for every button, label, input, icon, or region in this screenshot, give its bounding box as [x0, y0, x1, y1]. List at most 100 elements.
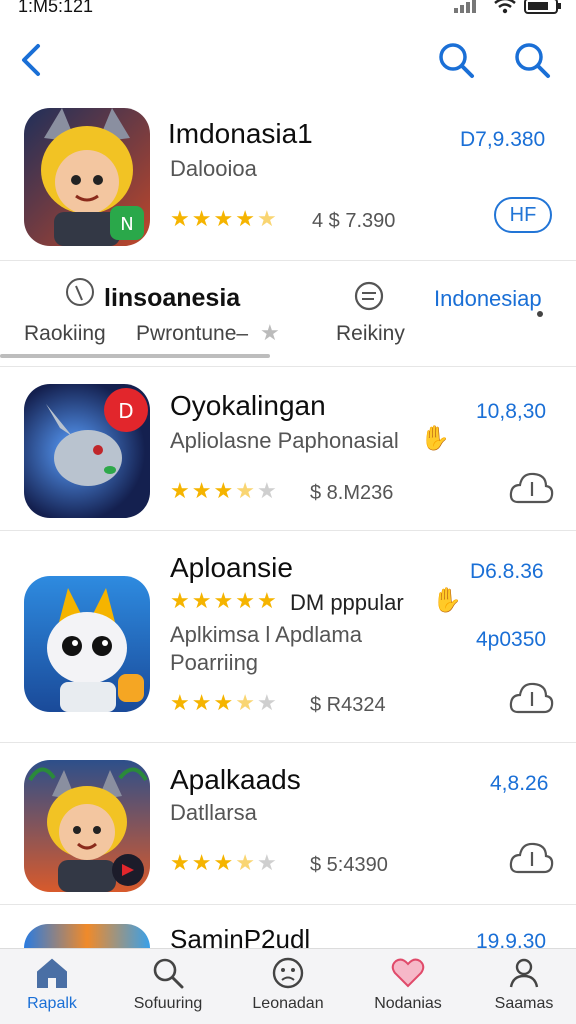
star-icon: ★ — [213, 850, 234, 875]
signal-icon — [454, 0, 476, 13]
wifi-icon — [494, 0, 516, 14]
app-badge-text: DM pppular — [290, 590, 404, 615]
tab-search[interactable]: Sofuuring — [116, 957, 220, 1023]
star-icon: ★ — [213, 478, 234, 503]
star-icon: ★ — [170, 588, 190, 613]
tab-item-1-label: linsoanesia — [104, 284, 241, 312]
star-empty-icon: ★ — [256, 690, 277, 715]
app-price: 4,8.26 — [490, 772, 549, 795]
star-half-icon: ★ — [235, 478, 255, 503]
download-button[interactable] — [508, 840, 554, 876]
app-price: 10,8,30 — [476, 400, 547, 423]
tab-favorites-label: Nodanias — [374, 995, 442, 1012]
app-price: 4p0350 — [476, 628, 547, 651]
app-title: Oyokalingan — [170, 390, 326, 421]
search-button[interactable] — [436, 40, 476, 80]
star-icon: ★ — [213, 206, 234, 231]
face-icon — [272, 957, 304, 989]
star-icon: ★ — [260, 320, 280, 345]
app-icon[interactable] — [24, 924, 150, 948]
tab-leonadan[interactable]: Leonadan — [236, 957, 340, 1023]
featured-meta: 4 $ 7.390 — [312, 210, 396, 232]
featured-subtitle: Dalooioa — [170, 156, 257, 181]
search-icon — [439, 43, 474, 78]
star-empty-icon: ★ — [256, 850, 277, 875]
tab-item-3-label: Indonesiap — [434, 286, 542, 311]
back-button[interactable] — [14, 40, 50, 80]
chat-icon — [354, 281, 384, 311]
get-button[interactable]: HF — [494, 197, 552, 233]
app-meta: $ R4324 — [310, 694, 386, 716]
app-badge-rating: ★ ★ ★ ★ ★ — [170, 590, 277, 612]
pin-icon — [66, 278, 94, 306]
status-bar: 1:M5:121 — [0, 0, 576, 20]
tab-home-label: Rapalk — [27, 995, 77, 1012]
tab-home[interactable]: Rapalk — [0, 957, 104, 1023]
featured-price: D7,9.380 — [460, 128, 546, 151]
scroll-indicator — [0, 354, 270, 358]
app-rating: ★ ★ ★ ★ ★ — [170, 692, 277, 714]
app-subtitle: Datllarsa — [170, 800, 257, 825]
app-title: Aploansie — [170, 552, 293, 583]
star-half-icon: ★ — [235, 690, 255, 715]
app-price-top: D6.8.36 — [470, 560, 544, 583]
divider — [0, 366, 576, 367]
star-icon: ★ — [191, 588, 212, 613]
search-icon — [153, 958, 184, 989]
person-icon — [509, 958, 539, 988]
chevron-left-icon — [22, 44, 40, 76]
home-icon — [37, 958, 67, 988]
heart-icon — [391, 958, 425, 988]
app-subtitle: Aplkimsa l Apdlama — [170, 622, 362, 647]
star-icon: ★ — [170, 206, 190, 231]
hand-icon: ✋ — [420, 425, 450, 452]
star-icon: ★ — [191, 690, 212, 715]
star-icon: ★ — [191, 478, 212, 503]
star-icon: ★ — [213, 690, 234, 715]
star-icon: ★ — [213, 588, 234, 613]
tab-leonadan-label: Leonadan — [252, 995, 324, 1012]
app-rating: ★ ★ ★ ★ ★ — [170, 480, 277, 502]
fox-character-icon — [47, 588, 144, 712]
divider — [0, 904, 576, 905]
cloud-download-icon — [509, 682, 554, 714]
star-icon: ★ — [170, 690, 190, 715]
svg-text:D: D — [118, 399, 133, 423]
app-subtitle-2: Poarriing — [170, 650, 259, 675]
star-icon: ★ — [235, 588, 255, 613]
star-icon: ★ — [170, 850, 190, 875]
star-icon: ★ — [256, 588, 277, 613]
category-tabs: linsoanesia Raokiing Pwrontune– ★ Reikin… — [0, 268, 576, 364]
battery-icon — [524, 0, 561, 14]
star-empty-icon: ★ — [256, 478, 277, 503]
divider — [0, 260, 576, 261]
star-half-icon: ★ — [256, 206, 277, 231]
status-time: 1:M5:121 — [18, 0, 94, 16]
svg-text:N: N — [120, 214, 133, 235]
divider — [0, 742, 576, 743]
app-meta: $ 5:4390 — [310, 854, 388, 876]
app-icon[interactable]: D — [24, 384, 150, 518]
bottom-tab-bar: Rapalk Sofuuring Leonadan Nodanias Saama… — [0, 948, 576, 1024]
status-icons — [454, 0, 562, 14]
tab-profile-label: Saamas — [494, 995, 554, 1012]
app-meta: $ 8.M236 — [310, 482, 394, 504]
tab-item-1-left: Raokiing — [24, 322, 106, 345]
star-icon: ★ — [191, 206, 212, 231]
cloud-download-icon — [509, 842, 554, 874]
cloud-download-icon — [509, 472, 554, 504]
app-icon-featured[interactable]: N — [24, 108, 150, 246]
app-rating: ★ ★ ★ ★ ★ — [170, 852, 277, 874]
star-icon: ★ — [170, 478, 190, 503]
search-button-secondary[interactable] — [512, 40, 552, 80]
download-button[interactable] — [508, 680, 554, 716]
download-button[interactable] — [508, 470, 554, 506]
app-icon[interactable] — [24, 760, 150, 892]
star-icon: ★ — [235, 206, 255, 231]
cat-character-icon — [28, 767, 148, 892]
app-icon[interactable] — [24, 576, 150, 712]
tab-favorites[interactable]: Nodanias — [356, 957, 460, 1023]
tab-item-2-label: Reikiny — [336, 322, 405, 345]
star-icon: ★ — [191, 850, 212, 875]
tab-profile[interactable]: Saamas — [472, 957, 576, 1023]
